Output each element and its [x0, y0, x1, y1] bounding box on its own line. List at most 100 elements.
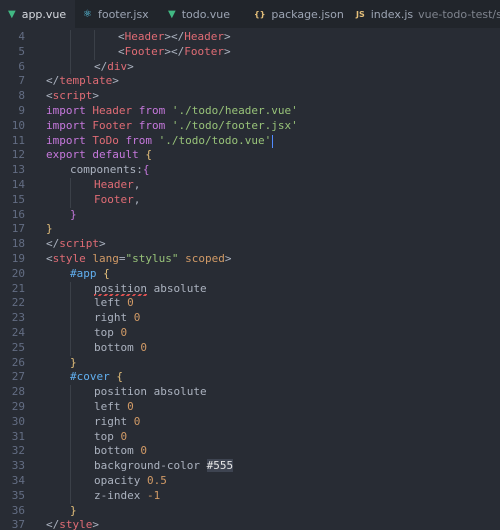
line-number: 28 — [11, 385, 25, 399]
line-number: 33 — [11, 459, 25, 473]
tab-footer-jsx[interactable]: ⚛ footer.jsx — [75, 0, 160, 28]
code-token: z-index — [94, 488, 141, 502]
code-token: position — [94, 385, 147, 399]
code-token: < — [46, 89, 53, 103]
indent-guide — [70, 414, 71, 430]
line-number: 37 — [11, 518, 25, 530]
code-line: 13 components:{ — [0, 163, 500, 178]
tab-todo-vue[interactable]: ▼ todo.vue — [160, 0, 246, 28]
code-token: { — [116, 370, 123, 384]
code-token: < — [118, 44, 125, 58]
tab-label: app.vue — [21, 7, 67, 21]
code-text: } — [70, 504, 77, 519]
code-text: right 0 — [94, 311, 140, 326]
code-text: import Footer from './todo/footer.jsx' — [46, 119, 298, 134]
tab-index-js[interactable]: JS index.js vue-todo-test/src — [348, 0, 500, 28]
code-token: 0 — [120, 429, 128, 443]
line-number: 14 — [11, 178, 25, 191]
code-token: style — [52, 252, 86, 265]
line-number: 19 — [11, 252, 25, 265]
line-number: 24 — [11, 326, 25, 339]
tab-label: todo.vue — [181, 7, 231, 21]
tab-bar: ▼ app.vue ⚛ footer.jsx ▼ todo.vue {} package.js… — [0, 0, 500, 28]
line-number: 16 — [11, 207, 25, 221]
code-line: 20 #app { — [0, 267, 500, 282]
line-number: 18 — [11, 237, 25, 251]
code-token: { — [103, 266, 110, 280]
code-line: 15 Footer, — [0, 192, 500, 208]
code-token: Footer — [94, 192, 134, 206]
code-editor[interactable]: 4 <Header></Header> 5 <Footer></Footer> 6 </d… — [0, 28, 500, 530]
code-token: = — [118, 252, 126, 265]
line-number: 25 — [11, 340, 25, 354]
code-token: 0 — [133, 311, 141, 325]
code-token: Footer — [85, 118, 139, 132]
code-token: } — [70, 503, 77, 517]
line-number: 13 — [11, 163, 25, 177]
code-token: } — [70, 355, 77, 369]
line-number: 21 — [11, 281, 25, 295]
indent-guide — [70, 59, 71, 75]
code-token: } — [46, 222, 53, 236]
indent-guide — [70, 192, 71, 208]
indent-guide — [70, 281, 71, 297]
indent-guide — [70, 474, 71, 489]
indent-guide — [70, 326, 71, 341]
code-token: right — [94, 414, 128, 428]
line-number: 31 — [11, 429, 25, 443]
code-line: 4 <Header></Header> — [0, 30, 500, 45]
code-text: </div> — [94, 60, 134, 75]
line-number: 6 — [18, 59, 25, 73]
code-token: script — [52, 89, 93, 103]
code-text: } — [46, 222, 53, 237]
code-token: bottom — [94, 340, 134, 354]
lint-error-squiggle[interactable] — [94, 294, 147, 297]
line-number: 11 — [11, 133, 25, 147]
vue-file-icon: ▼ — [168, 8, 176, 20]
code-token: 0.5 — [146, 474, 167, 487]
code-token: absolute — [146, 385, 207, 399]
code-token: template — [59, 74, 113, 88]
code-line: 19 <style lang="stylus" scoped> — [0, 252, 500, 267]
indent-guide — [70, 385, 71, 400]
indent-guide — [70, 444, 71, 460]
code-line: 35 z-index -1 — [0, 488, 500, 504]
line-number: 12 — [11, 148, 25, 162]
json-file-icon: {} — [254, 9, 266, 19]
code-token: position — [94, 281, 147, 295]
code-text: left 0 — [94, 400, 134, 415]
code-line: 11 import ToDo from './todo/todo.vue' — [0, 134, 500, 149]
code-token: left — [94, 296, 121, 310]
code-line: 33 background-color #555 — [0, 459, 500, 474]
code-text: import ToDo from './todo/todo.vue' — [46, 134, 271, 149]
code-token: { — [142, 163, 150, 177]
code-line: 29 left 0 — [0, 400, 500, 415]
line-number: 5 — [18, 44, 25, 58]
code-line: 23 right 0 — [0, 311, 500, 326]
code-token: </ — [94, 59, 108, 73]
line-number: 4 — [18, 30, 25, 43]
line-number: 23 — [11, 311, 25, 325]
code-line: 32 bottom 0 — [0, 444, 500, 460]
line-number: 17 — [11, 222, 25, 236]
code-text: #cover { — [70, 370, 123, 385]
code-token: components — [70, 163, 137, 177]
code-token: </ — [46, 518, 60, 530]
tab-package-json[interactable]: {} package.json — [246, 0, 348, 28]
indent-guide — [70, 44, 71, 60]
code-text: Header, — [94, 178, 140, 193]
code-token: div — [107, 59, 128, 73]
code-token: < — [118, 30, 125, 43]
code-line: 24 top 0 — [0, 326, 500, 341]
tab-app-vue[interactable]: ▼ app.vue — [0, 0, 75, 28]
code-text: import Header from './todo/header.vue' — [46, 104, 298, 119]
indent-guide — [70, 178, 71, 193]
tab-label: package.json — [271, 7, 344, 21]
code-token: 0 — [127, 296, 134, 310]
code-token: absolute — [146, 281, 207, 295]
code-token: style — [59, 518, 93, 530]
code-text: left 0 — [94, 296, 134, 311]
